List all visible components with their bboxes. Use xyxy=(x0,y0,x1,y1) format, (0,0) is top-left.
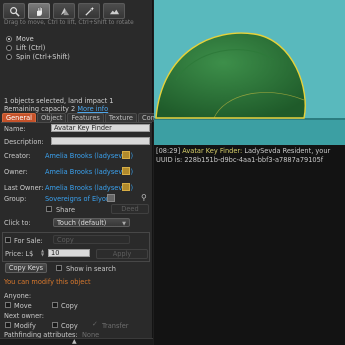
for-sale-label: For Sale: xyxy=(14,237,43,245)
remaining-capacity-text: Remaining capacity 2 xyxy=(4,105,76,113)
magnifier-icon xyxy=(9,6,20,17)
chat-message: [08:29] Avatar Key Finder: LadySevda Res… xyxy=(156,147,344,164)
price-label: Price: L$ xyxy=(5,250,34,258)
owner-label: Owner: xyxy=(4,168,28,176)
more-info-link[interactable]: More info xyxy=(77,105,108,113)
group-info-icon[interactable] xyxy=(107,194,115,202)
group-link[interactable]: Sovereigns of Elyona xyxy=(45,195,114,203)
move-tool-button[interactable] xyxy=(28,3,50,19)
land-icon xyxy=(109,9,119,14)
price-input[interactable]: 10 xyxy=(48,249,90,257)
land-tool-button[interactable] xyxy=(103,3,125,19)
build-help-text: Drag to move, Ctrl to lift, Ctrl+Shift t… xyxy=(4,20,134,26)
selection-count-text: 1 objects selected, land impact 1 xyxy=(4,97,114,105)
name-input[interactable]: Avatar Key Finder xyxy=(51,124,150,132)
radio-selected-icon xyxy=(6,36,12,42)
focus-tool-button[interactable] xyxy=(3,3,25,19)
anyone-copy-label: Copy xyxy=(61,302,78,310)
set-group-icon[interactable]: ⚲ xyxy=(141,193,147,202)
creator-link[interactable]: Amelia Brooks (ladysevda) xyxy=(45,152,133,160)
sale-type-value: Copy xyxy=(57,235,74,244)
chevron-down-icon: ▼ xyxy=(122,221,126,227)
click-action-value: Touch (default) xyxy=(57,218,107,227)
next-owner-copy-checkbox[interactable] xyxy=(52,322,58,328)
apply-button[interactable]: Apply xyxy=(96,249,148,259)
anyone-label: Anyone: xyxy=(4,292,32,300)
show-in-search-checkbox[interactable] xyxy=(56,265,62,271)
anyone-move-label: Move xyxy=(14,302,32,310)
tab-texture[interactable]: Texture xyxy=(104,113,137,122)
tab-features[interactable]: Features xyxy=(67,113,104,122)
build-tool-row xyxy=(3,3,125,19)
last-owner-label: Last Owner: xyxy=(4,184,44,192)
remaining-capacity-line: Remaining capacity 2 More info xyxy=(4,105,113,113)
selected-dome-object[interactable] xyxy=(154,0,345,145)
radio-icon xyxy=(6,45,12,51)
profile-icon[interactable] xyxy=(122,151,130,159)
last-owner-link[interactable]: Amelia Brooks (ladysevda) xyxy=(45,184,133,192)
spin-radio-label: Spin (Ctrl+Shift) xyxy=(16,53,70,61)
profile-icon[interactable] xyxy=(122,183,130,191)
build-panel: Drag to move, Ctrl to lift, Ctrl+Shift t… xyxy=(0,0,173,345)
click-action-dropdown[interactable]: Touch (default) ▼ xyxy=(53,218,130,227)
panel-bottom-bar: ▲ xyxy=(0,338,153,345)
name-label: Name: xyxy=(4,125,26,133)
radio-icon xyxy=(6,54,12,60)
next-owner-label: Next owner: xyxy=(4,312,44,320)
creator-label: Creator: xyxy=(4,152,31,160)
tab-general[interactable]: General xyxy=(2,113,36,122)
share-label: Share xyxy=(56,206,76,214)
lift-radio-label: Lift (Ctrl) xyxy=(16,44,46,52)
share-checkbox[interactable] xyxy=(46,206,52,212)
deed-button[interactable]: Deed xyxy=(111,204,149,214)
face-icon xyxy=(60,7,69,15)
profile-icon[interactable] xyxy=(122,167,130,175)
hand-icon xyxy=(36,6,42,16)
wand-icon xyxy=(84,6,94,16)
selection-info: 1 objects selected, land impact 1 Remain… xyxy=(4,97,113,113)
next-owner-copy-label: Copy xyxy=(61,322,78,330)
show-in-search-label: Show in search xyxy=(66,265,116,273)
modify-note: You can modify this object xyxy=(4,278,91,286)
create-tool-button[interactable] xyxy=(78,3,100,19)
owner-link[interactable]: Amelia Brooks (ladysevda) xyxy=(45,168,133,176)
world-viewport[interactable] xyxy=(154,0,345,145)
move-radio[interactable]: Move xyxy=(6,35,34,43)
group-label: Group: xyxy=(4,195,27,203)
description-input[interactable] xyxy=(51,137,150,145)
click-to-label: Click to: xyxy=(4,219,31,227)
copy-keys-button[interactable]: Copy Keys xyxy=(5,263,47,273)
for-sale-checkbox[interactable] xyxy=(5,237,11,243)
edit-face-tool-button[interactable] xyxy=(53,3,75,19)
tab-object[interactable]: Object xyxy=(37,113,67,122)
nearby-chat: [08:29] Avatar Key Finder: LadySevda Res… xyxy=(154,145,345,345)
collapse-chevron-icon[interactable]: ▲ xyxy=(72,338,77,345)
spin-radio[interactable]: Spin (Ctrl+Shift) xyxy=(6,53,70,61)
build-tabs: General Object Features Texture Content xyxy=(2,113,173,122)
next-owner-transfer-label: Transfer xyxy=(102,322,129,330)
lift-radio[interactable]: Lift (Ctrl) xyxy=(6,44,45,52)
move-radio-label: Move xyxy=(16,35,34,43)
chat-timestamp: [08:29] xyxy=(156,147,181,155)
spinner-arrows-icon[interactable]: ▲ ▼ xyxy=(41,249,44,257)
chat-speaker[interactable]: Avatar Key Finder: xyxy=(182,147,242,155)
transfer-check-icon[interactable]: ✓ xyxy=(92,320,98,328)
anyone-move-checkbox[interactable] xyxy=(5,302,11,308)
description-label: Description: xyxy=(4,138,44,146)
next-owner-modify-checkbox[interactable] xyxy=(5,322,11,328)
anyone-copy-checkbox[interactable] xyxy=(52,302,58,308)
next-owner-modify-label: Modify xyxy=(14,322,36,330)
sale-type-dropdown[interactable]: Copy xyxy=(53,235,130,244)
